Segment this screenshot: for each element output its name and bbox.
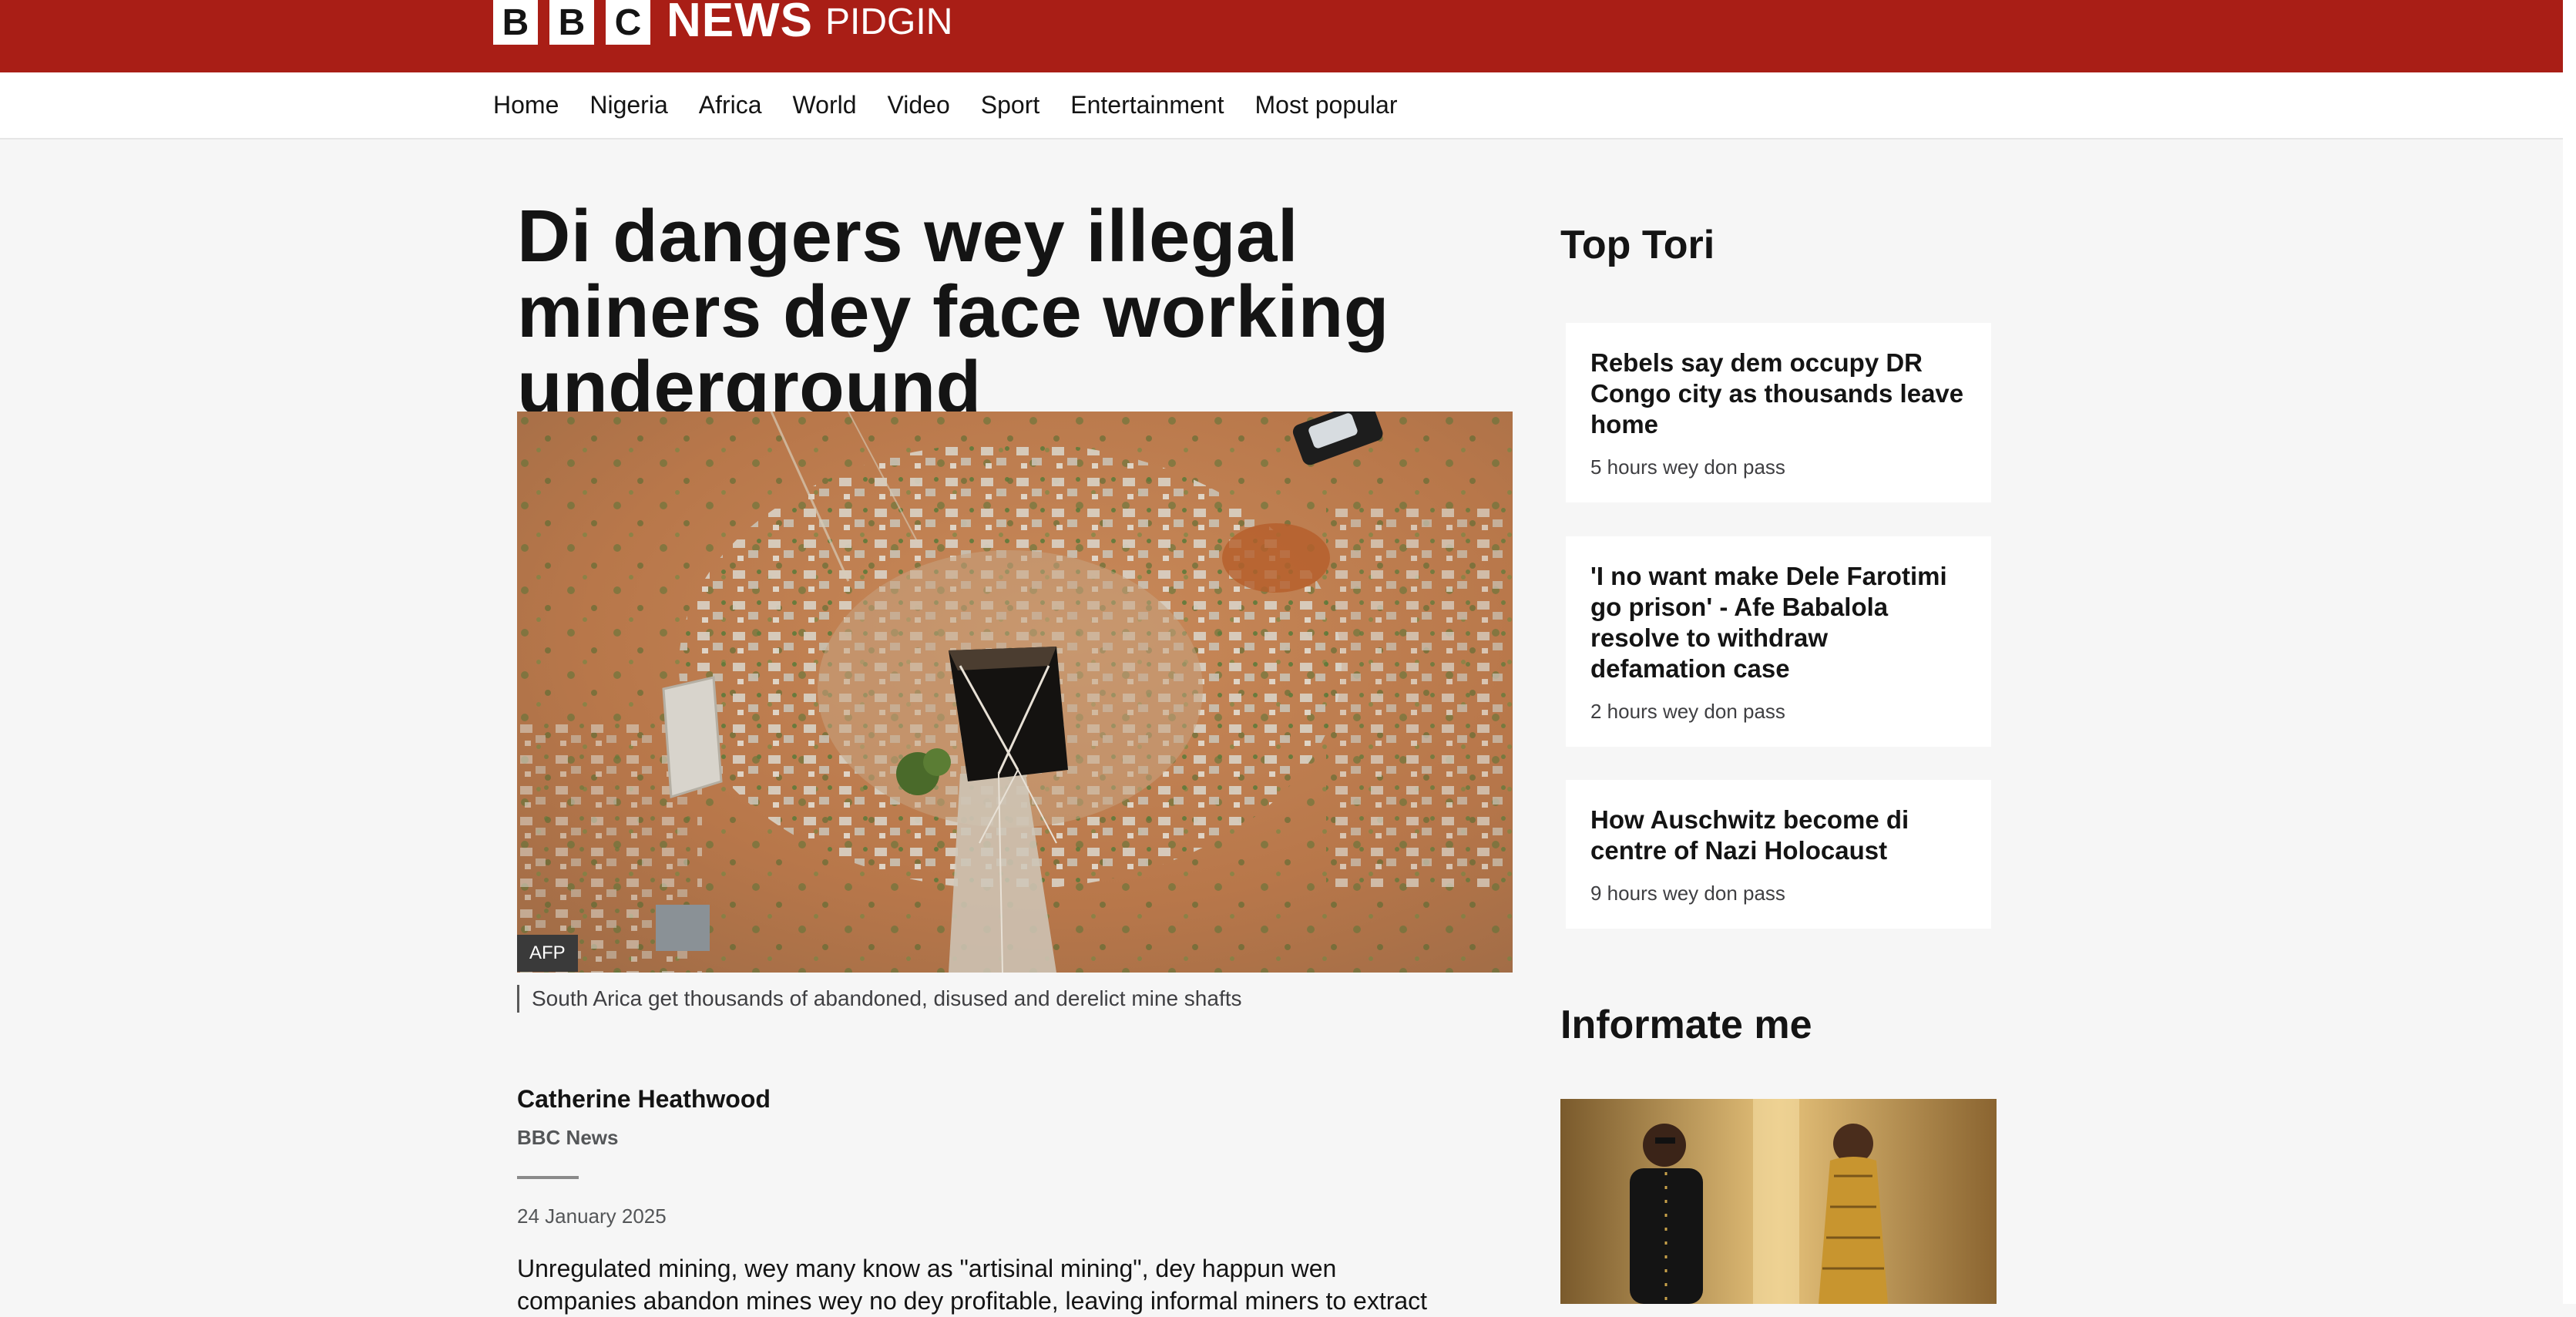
logo-edition-text: PIDGIN <box>825 2 953 42</box>
nav-item-most-popular[interactable]: Most popular <box>1254 91 1397 119</box>
nav-list: Home Nigeria Africa World Video Sport En… <box>493 72 1428 138</box>
site-header: B B C NEWS PIDGIN <box>0 0 2563 72</box>
main-navigation: Home Nigeria Africa World Video Sport En… <box>0 72 2563 139</box>
logo-news-text: NEWS <box>667 0 813 47</box>
logo-block-c: C <box>606 0 650 45</box>
top-story-time: 9 hours wey don pass <box>1590 882 1785 905</box>
informate-me-heading: Informate me <box>1560 1003 1812 1047</box>
article-headline: Di dangers wey illegal miners dey face w… <box>517 195 1389 428</box>
top-story-time: 5 hours wey don pass <box>1590 455 1785 479</box>
publish-date: 24 January 2025 <box>517 1204 667 1228</box>
top-story-title[interactable]: 'I no want make Dele Farotimi go prison'… <box>1590 561 1966 684</box>
article-body-paragraph: Unregulated mining, wey many know as "ar… <box>517 1255 1428 1315</box>
author-name: Catherine Heathwood <box>517 1085 771 1113</box>
image-credit-badge: AFP <box>517 935 578 972</box>
top-story-card-2[interactable]: 'I no want make Dele Farotimi go prison'… <box>1566 536 1991 747</box>
nav-item-video[interactable]: Video <box>888 91 950 119</box>
page-scrollbar[interactable] <box>2563 0 2576 1304</box>
nav-item-sport[interactable]: Sport <box>981 91 1039 119</box>
byline-divider <box>517 1176 579 1179</box>
logo-block-b2: B <box>549 0 594 45</box>
top-story-time: 2 hours wey don pass <box>1590 700 1785 723</box>
top-story-title[interactable]: How Auschwitz become di centre of Nazi H… <box>1590 805 1966 866</box>
top-story-card-1[interactable]: Rebels say dem occupy DR Congo city as t… <box>1566 323 1991 502</box>
author-organization: BBC News <box>517 1126 619 1149</box>
bbc-news-pidgin-logo[interactable]: B B C NEWS PIDGIN <box>493 0 952 45</box>
nav-item-world[interactable]: World <box>793 91 857 119</box>
nav-item-africa[interactable]: Africa <box>699 91 762 119</box>
logo-block-b1: B <box>493 0 538 45</box>
top-stories-heading: Top Tori <box>1560 223 1715 267</box>
top-story-title[interactable]: Rebels say dem occupy DR Congo city as t… <box>1590 348 1966 440</box>
top-story-card-3[interactable]: How Auschwitz become di centre of Nazi H… <box>1566 780 1991 929</box>
nav-item-entertainment[interactable]: Entertainment <box>1070 91 1224 119</box>
promo-image[interactable] <box>1560 1099 1997 1304</box>
nav-item-home[interactable]: Home <box>493 91 559 119</box>
image-caption: South Arica get thousands of abandoned, … <box>517 985 1242 1013</box>
hero-image <box>517 412 1513 973</box>
nav-item-nigeria[interactable]: Nigeria <box>589 91 667 119</box>
